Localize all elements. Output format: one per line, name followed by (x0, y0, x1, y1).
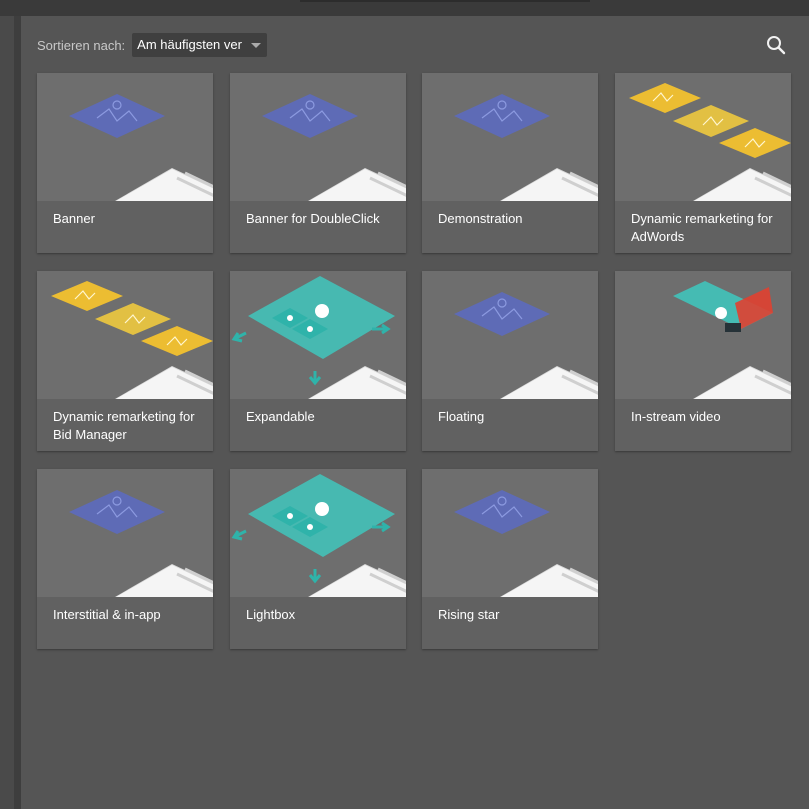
format-thumbnail (230, 271, 406, 399)
format-card[interactable]: Demonstration (422, 73, 598, 253)
search-icon (767, 36, 786, 55)
format-card[interactable]: Floating (422, 271, 598, 451)
format-thumbnail (615, 73, 791, 201)
format-thumbnail (422, 469, 598, 597)
yellow-carousel-illustration (51, 281, 213, 399)
top-tab-strip (300, 0, 590, 2)
teal-video-illustration (673, 281, 791, 399)
top-bar (0, 0, 809, 16)
format-card-title: Dynamic remarketing for Bid Manager (53, 409, 195, 442)
sort-bar: Sortieren nach: Am häufigsten ver (37, 33, 268, 57)
format-thumbnail (37, 469, 213, 597)
format-card[interactable]: Rising star (422, 469, 598, 649)
sort-select[interactable]: Am häufigsten ver (132, 33, 268, 57)
format-thumbnail (37, 73, 213, 201)
format-thumbnail (422, 73, 598, 201)
teal-expand-illustration (231, 276, 406, 399)
format-card[interactable]: Lightbox (230, 469, 406, 649)
format-card-title: Floating (438, 409, 485, 424)
format-card-title: Lightbox (246, 607, 296, 622)
chevron-down-icon (251, 43, 262, 48)
format-card[interactable]: Interstitial & in-app (37, 469, 213, 649)
format-card-title: Expandable (246, 409, 315, 424)
format-card[interactable]: Dynamic remarketing for Bid Manager (37, 271, 213, 451)
format-card[interactable]: In-stream video (615, 271, 791, 451)
format-thumbnail (230, 469, 406, 597)
format-thumbnail (37, 271, 213, 399)
blue-panel-illustration (454, 490, 598, 597)
format-thumbnail (422, 271, 598, 399)
format-thumbnail (615, 271, 791, 399)
format-card-title: Dynamic remarketing for AdWords (631, 211, 773, 244)
search-button[interactable] (766, 35, 786, 55)
left-divider (14, 16, 21, 809)
format-card-title: In-stream video (631, 409, 721, 424)
format-card[interactable]: Banner (37, 73, 213, 253)
format-card[interactable]: Dynamic remarketing for AdWords (615, 73, 791, 253)
format-card-title: Banner (53, 211, 95, 226)
sort-label: Sortieren nach: (37, 37, 126, 53)
format-card[interactable]: Banner for DoubleClick (230, 73, 406, 253)
format-thumbnail (230, 73, 406, 201)
format-card-title: Banner for DoubleClick (246, 211, 380, 226)
format-card[interactable]: Expandable (230, 271, 406, 451)
blue-panel-illustration (454, 292, 598, 399)
blue-panel-illustration (262, 94, 406, 201)
blue-panel-illustration (454, 94, 598, 201)
sort-selected-value: Am häufigsten ver (137, 37, 242, 52)
teal-expand-illustration (231, 474, 406, 597)
format-card-title: Rising star (438, 607, 500, 622)
yellow-carousel-illustration (629, 83, 791, 201)
left-scroll-strip (0, 16, 14, 809)
format-card-title: Interstitial & in-app (53, 607, 161, 622)
blue-panel-illustration (69, 490, 213, 597)
format-card-title: Demonstration (438, 211, 523, 226)
blue-panel-illustration (69, 94, 213, 201)
